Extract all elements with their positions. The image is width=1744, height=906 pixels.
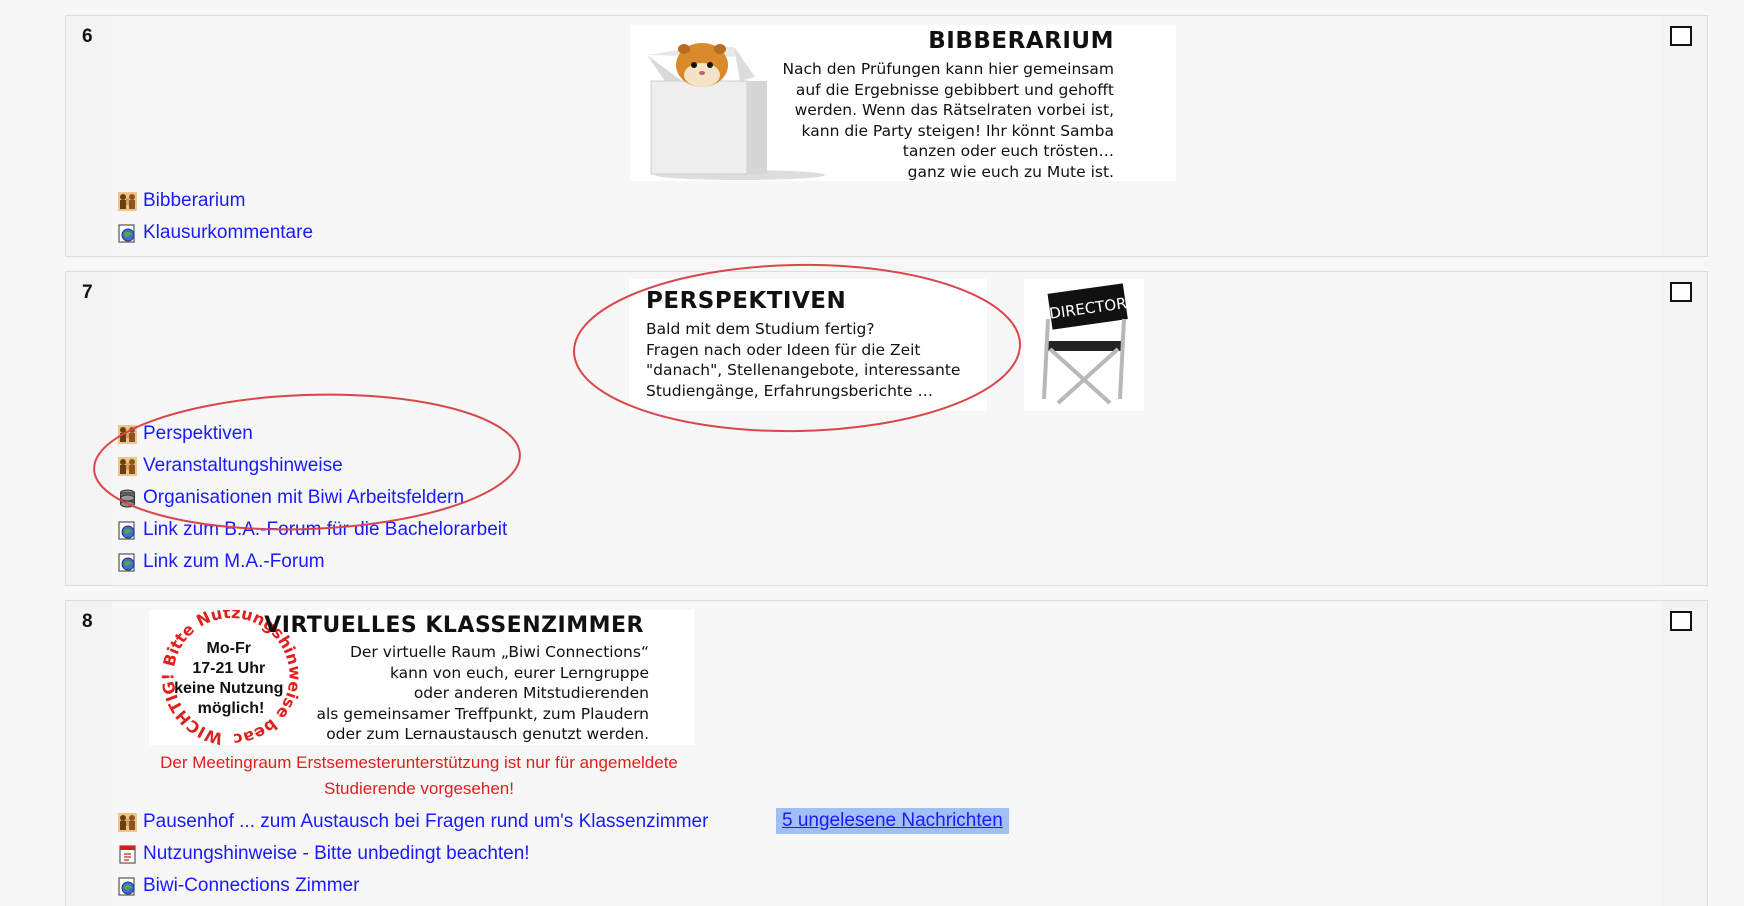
section-number: 8 xyxy=(82,611,93,632)
section-checkbox[interactable] xyxy=(1670,282,1692,302)
section-right-column xyxy=(1661,16,1707,256)
banner-line: Nach den Prüfungen kann hier gemeinsam xyxy=(782,60,1114,78)
forum-icon xyxy=(118,813,137,832)
activity-link[interactable]: Biwi-Connections Zimmer xyxy=(143,875,359,897)
activity-ba-forum-link[interactable]: Link zum B.A.-Forum für die Bachelorarbe… xyxy=(118,517,507,543)
section-number: 6 xyxy=(82,26,93,47)
activity-nutzungshinweise[interactable]: Nutzungshinweise - Bitte unbedingt beach… xyxy=(118,841,530,867)
activity-organisationen[interactable]: Organisationen mit Biwi Arbeitsfeldern xyxy=(118,485,464,511)
section-number: 7 xyxy=(82,282,93,303)
meetingroom-notice: Der Meetingraum Erstsemesterunterstützun… xyxy=(149,750,689,802)
banner-line: auf die Ergebnisse gebibbert und gehofft xyxy=(795,80,1114,99)
banner-description: Bald mit dem Studium fertig? Fragen nach… xyxy=(646,319,960,401)
perspektiven-banner: PERSPEKTIVEN Bald mit dem Studium fertig… xyxy=(629,279,1176,411)
banner-line: Bald mit dem Studium fertig? xyxy=(646,320,875,338)
notice-line: Der Meetingraum Erstsemesterunterstützun… xyxy=(160,753,678,772)
forum-icon xyxy=(118,457,137,476)
notice-line: Studierende vorgesehen! xyxy=(324,779,514,798)
activity-perspektiven[interactable]: Perspektiven xyxy=(118,421,253,447)
activity-link[interactable]: Pausenhof ... zum Austausch bei Fragen r… xyxy=(143,811,708,833)
klassenzimmer-banner: WICHTIG! Bitte Nutzungshinweise beachten… xyxy=(149,610,694,745)
banner-line: kann die Party steigen! Ihr könnt Samba xyxy=(801,121,1114,140)
director-chair-image: DIRECTOR xyxy=(1024,279,1144,411)
banner-line: als gemeinsamer Treffpunkt, zum Plaudern xyxy=(316,704,649,723)
activity-link[interactable]: Bibberarium xyxy=(143,190,245,212)
forum-icon xyxy=(118,425,137,444)
section-right-column xyxy=(1661,601,1707,906)
activity-pausenhof[interactable]: Pausenhof ... zum Austausch bei Fragen r… xyxy=(118,809,708,835)
url-icon xyxy=(118,877,137,896)
activity-klausurkommentare[interactable]: Klausurkommentare xyxy=(118,220,313,246)
activity-link[interactable]: Perspektiven xyxy=(143,423,253,445)
banner-title: BIBBERARIUM xyxy=(928,28,1114,54)
stamp-line: möglich! xyxy=(198,700,265,717)
course-section-6: 6 BIBBERARIUM Nach den Prüfungen kann hi… xyxy=(65,15,1708,257)
activity-ma-forum-link[interactable]: Link zum M.A.-Forum xyxy=(118,549,325,575)
banner-title: PERSPEKTIVEN xyxy=(646,288,847,314)
stamp-line: keine Nutzung xyxy=(174,680,283,697)
banner-description: Der virtuelle Raum „Biwi Connections“ ka… xyxy=(316,642,649,745)
banner-line: Der virtuelle Raum „Biwi Connections“ xyxy=(349,643,649,661)
activity-link[interactable]: Link zum B.A.-Forum für die Bachelorarbe… xyxy=(143,519,507,541)
banner-line: tanzen oder euch trösten… xyxy=(902,142,1114,160)
banner-description: Nach den Prüfungen kann hier gemeinsam a… xyxy=(782,59,1114,182)
stamp-line: 17-21 Uhr xyxy=(192,660,265,677)
course-section-7: 7 PERSPEKTIVEN Bald mit dem Studium fert… xyxy=(65,271,1708,586)
section-checkbox[interactable] xyxy=(1670,611,1692,631)
activity-bibberarium[interactable]: Bibberarium xyxy=(118,188,245,214)
pdf-icon xyxy=(118,845,137,864)
section-checkbox[interactable] xyxy=(1670,26,1692,46)
banner-line: oder anderen Mitstudierenden xyxy=(413,684,649,702)
activity-veranstaltungshinweise[interactable]: Veranstaltungshinweise xyxy=(118,453,343,479)
banner-line: Fragen nach oder Ideen für die Zeit xyxy=(646,340,921,359)
unread-messages-badge[interactable]: 5 ungelesene Nachrichten xyxy=(776,808,1009,834)
banner-title: VIRTUELLES KLASSENZIMMER xyxy=(264,613,644,638)
banner-line: Studiengänge, Erfahrungsberichte … xyxy=(646,381,933,400)
course-section-8: 8 WICHTIG! Bitte Nutzungshinweise beacht… xyxy=(65,600,1708,906)
banner-line: kann von euch, eurer Lerngruppe xyxy=(389,663,649,682)
banner-line: oder zum Lernaustausch genutzt werden. xyxy=(326,725,649,743)
url-icon xyxy=(118,553,137,572)
section-right-column xyxy=(1661,272,1707,585)
banner-line: ganz wie euch zu Mute ist. xyxy=(907,162,1114,181)
stamp-line: Mo-Fr xyxy=(207,640,251,657)
url-icon xyxy=(118,224,137,243)
activity-link[interactable]: Link zum M.A.-Forum xyxy=(143,551,325,573)
banner-line: werden. Wenn das Rätselraten vorbei ist, xyxy=(794,101,1114,119)
banner-line: "danach", Stellenangebote, interessante xyxy=(646,361,961,379)
activity-link[interactable]: Veranstaltungshinweise xyxy=(143,455,343,477)
activity-link[interactable]: Klausurkommentare xyxy=(143,222,313,244)
activity-link[interactable]: Organisationen mit Biwi Arbeitsfeldern xyxy=(143,487,464,509)
url-icon xyxy=(118,521,137,540)
database-icon xyxy=(118,489,137,508)
forum-icon xyxy=(118,192,137,211)
activity-link[interactable]: Nutzungshinweise - Bitte unbedingt beach… xyxy=(143,843,530,865)
bibberarium-banner: BIBBERARIUM Nach den Prüfungen kann hier… xyxy=(630,25,1176,181)
svg-text:Mo-Fr 17-21 Uhr: Mo-Fr 17-21 Uhr keine Nutzung möglich! xyxy=(174,640,288,717)
activity-biwi-connections[interactable]: Biwi-Connections Zimmer xyxy=(118,873,359,899)
